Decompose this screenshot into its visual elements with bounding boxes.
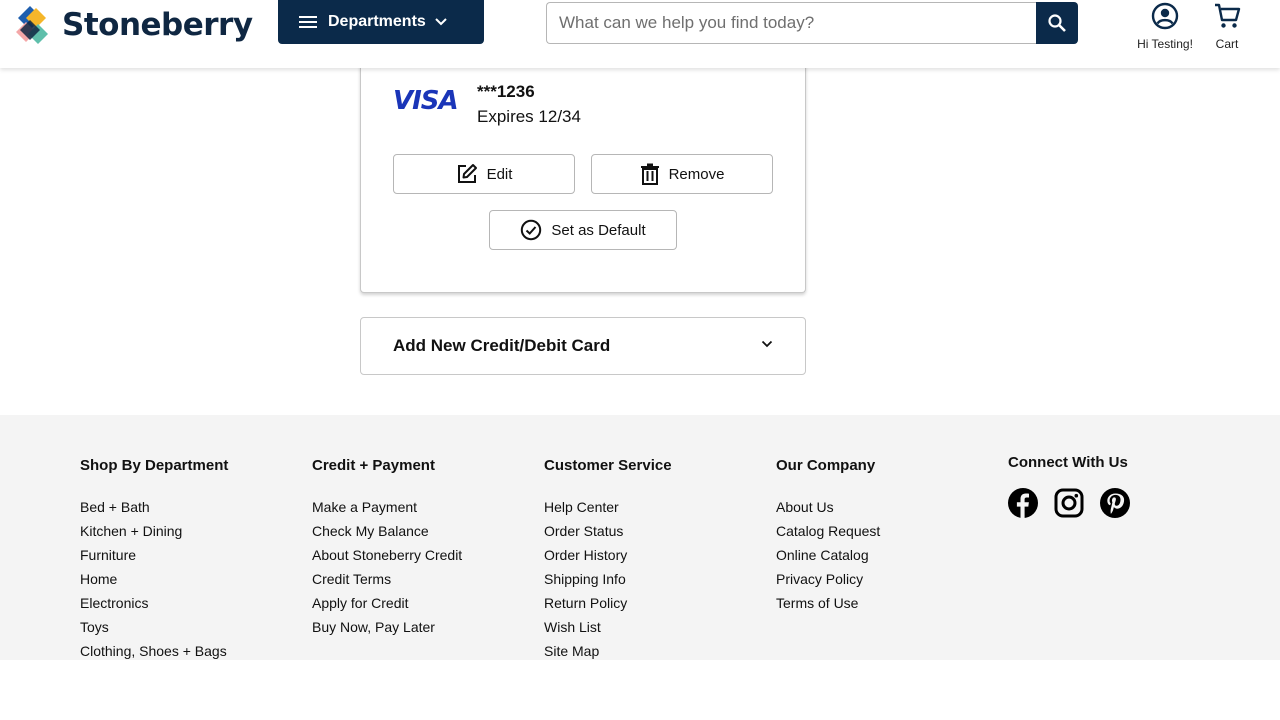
footer-link-buy-now-pay-later[interactable]: Buy Now, Pay Later [312,615,462,639]
footer-link-furniture[interactable]: Furniture [80,543,228,567]
cart-link[interactable]: Cart [1205,2,1249,51]
account-link[interactable]: Hi Testing! [1130,2,1200,51]
footer-link-home[interactable]: Home [80,567,228,591]
footer-link-wish-list[interactable]: Wish List [544,615,672,639]
edit-label: Edit [486,165,513,183]
footer-link-shipping-info[interactable]: Shipping Info [544,567,672,591]
footer-link-apply-credit[interactable]: Apply for Credit [312,591,462,615]
cart-label: Cart [1215,37,1239,51]
chevron-down-icon [435,18,447,26]
edit-icon [457,164,477,183]
footer-link-catalog-request[interactable]: Catalog Request [776,519,880,543]
footer-link-make-payment[interactable]: Make a Payment [312,495,462,519]
stoneberry-logo[interactable]: Stoneberry [16,4,253,46]
footer-link-terms-of-use[interactable]: Terms of Use [776,591,880,615]
footer-link-privacy-policy[interactable]: Privacy Policy [776,567,880,591]
search-input[interactable] [546,2,1036,44]
edit-card-button[interactable]: Edit [393,154,575,194]
footer-link-order-status[interactable]: Order Status [544,519,672,543]
footer-link-order-history[interactable]: Order History [544,543,672,567]
search-button[interactable] [1036,2,1078,44]
footer-link-electronics[interactable]: Electronics [80,591,228,615]
footer-column-customer-service: Customer Service Help Center Order Statu… [544,457,672,663]
add-card-accordion[interactable]: Add New Credit/Debit Card [360,317,806,375]
footer-link-check-balance[interactable]: Check My Balance [312,519,462,543]
remove-card-button[interactable]: Remove [591,154,773,194]
saved-card-panel: VISA ***1236 Expires 12/34 Edit Remove S… [360,40,806,293]
instagram-icon[interactable] [1054,488,1084,518]
add-card-label: Add New Credit/Debit Card [393,336,611,355]
trash-icon [640,163,659,185]
card-number: ***1236 [477,82,535,101]
footer-link-online-catalog[interactable]: Online Catalog [776,543,880,567]
footer-link-kitchen-dining[interactable]: Kitchen + Dining [80,519,228,543]
search-bar [546,2,1078,44]
pinterest-icon[interactable] [1100,488,1130,518]
visa-logo: VISA [393,86,459,116]
menu-icon [299,16,317,28]
footer-heading: Connect With Us [1008,454,1128,471]
departments-label: Departments [328,13,426,30]
footer-link-help-center[interactable]: Help Center [544,495,672,519]
search-icon [1048,14,1066,32]
set-default-button[interactable]: Set as Default [489,210,677,250]
site-footer: Shop By Department Bed + Bath Kitchen + … [0,415,1280,660]
social-links [1008,488,1130,518]
footer-link-site-map[interactable]: Site Map [544,639,672,663]
account-label: Hi Testing! [1137,37,1193,51]
footer-column-company: Our Company About Us Catalog Request Onl… [776,457,880,615]
logo-text: Stoneberry [62,7,253,43]
footer-heading: Credit + Payment [312,457,435,474]
facebook-icon[interactable] [1008,488,1038,518]
footer-link-bed-bath[interactable]: Bed + Bath [80,495,228,519]
check-circle-icon [521,219,542,241]
footer-column-departments: Shop By Department Bed + Bath Kitchen + … [80,457,228,663]
footer-link-toys[interactable]: Toys [80,615,228,639]
chevron-down-icon [761,340,773,348]
cart-icon [1215,3,1241,28]
footer-column-credit: Credit + Payment Make a Payment Check My… [312,457,462,639]
site-header: Stoneberry Departments Hi Testing! [0,0,1280,68]
footer-link-return-policy[interactable]: Return Policy [544,591,672,615]
footer-link-about-credit[interactable]: About Stoneberry Credit [312,543,462,567]
footer-heading: Customer Service [544,457,672,474]
footer-link-clothing[interactable]: Clothing, Shoes + Bags [80,639,228,663]
set-default-label: Set as Default [551,221,646,239]
departments-button[interactable]: Departments [278,0,484,44]
footer-heading: Our Company [776,457,876,474]
remove-label: Remove [668,165,725,183]
footer-heading: Shop By Department [80,457,229,474]
account-icon [1151,2,1179,30]
footer-column-connect: Connect With Us [1008,454,1130,518]
logo-mark-icon [16,6,48,44]
footer-link-credit-terms[interactable]: Credit Terms [312,567,462,591]
card-expiration: Expires 12/34 [477,107,581,126]
footer-link-about-us[interactable]: About Us [776,495,880,519]
